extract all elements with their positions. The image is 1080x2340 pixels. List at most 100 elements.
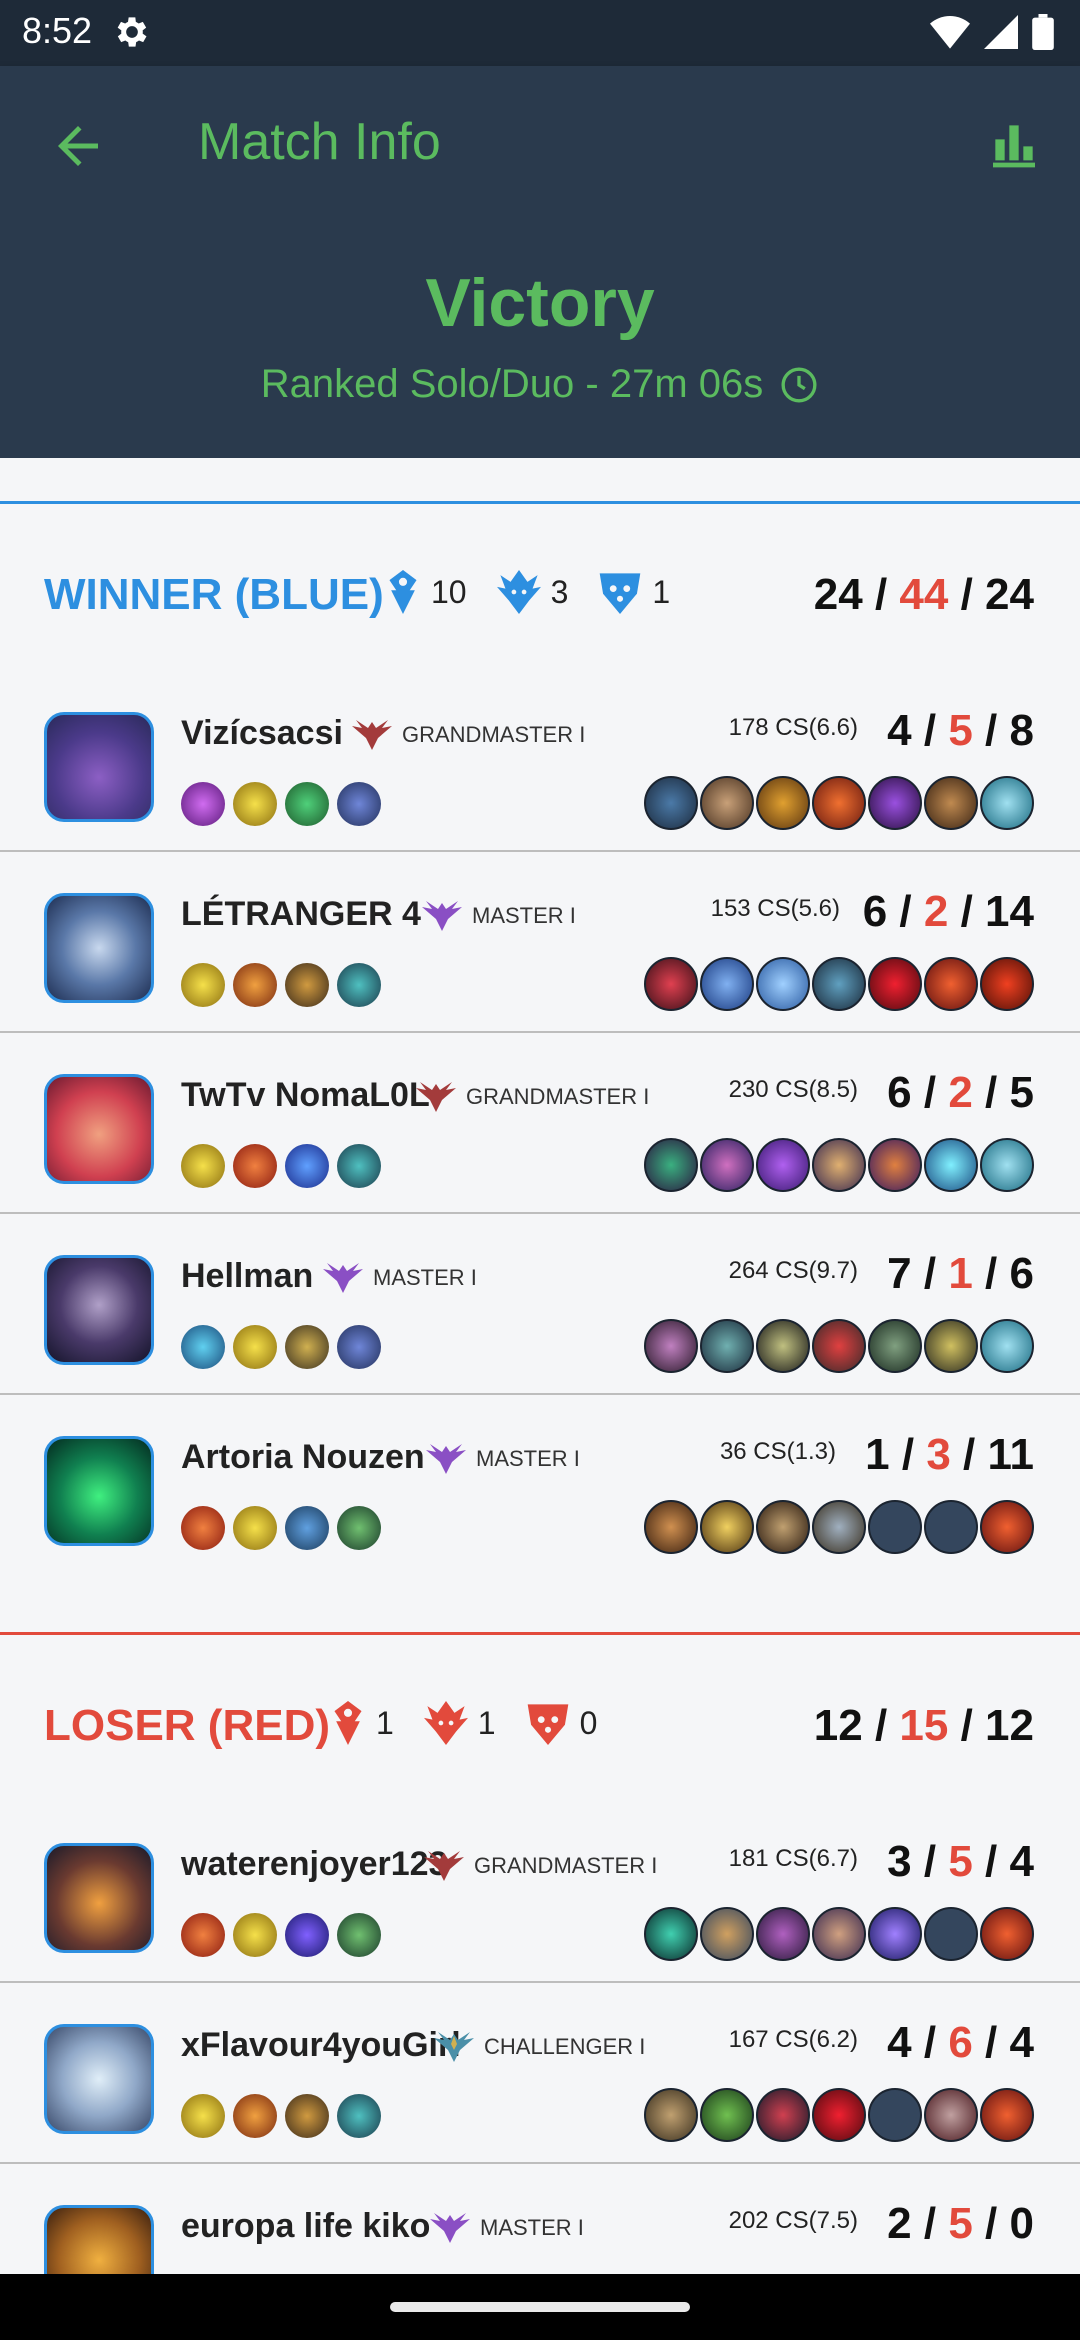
- tower-count: 10: [431, 573, 467, 610]
- item-icon[interactable]: [644, 1500, 698, 1554]
- item-icon[interactable]: [980, 2088, 1034, 2142]
- tower-icon: [389, 570, 417, 614]
- rank-label: MASTER I: [373, 1265, 477, 1290]
- item-icon[interactable]: [868, 1907, 922, 1961]
- item-icon[interactable]: [700, 1138, 754, 1192]
- rune-icon: [181, 1506, 225, 1550]
- champion-portrait: [44, 1843, 154, 1953]
- item-icon[interactable]: [812, 1319, 866, 1373]
- item-icon[interactable]: [868, 957, 922, 1011]
- kills: 4: [887, 706, 912, 755]
- trinket-icon[interactable]: [980, 776, 1034, 830]
- tower-icon: [334, 1701, 362, 1745]
- player-kda: 7 / 1 / 6: [887, 1249, 1034, 1298]
- dragon-icon: [423, 1701, 468, 1745]
- player-row[interactable]: LÉTRANGER 4 MASTER I 153 CS(5.6) 6 / 2 /…: [0, 853, 1080, 1033]
- creep-score: 36 CS(1.3): [719, 1438, 836, 1465]
- item-icon[interactable]: [756, 957, 810, 1011]
- player-row[interactable]: TwTv NomaL0L GRANDMASTER I 230 CS(8.5) 6…: [0, 1034, 1080, 1214]
- team-name: LOSER (RED): [44, 1701, 330, 1750]
- deaths: 5: [948, 1837, 973, 1886]
- team-deaths: 44: [899, 570, 949, 619]
- master-rank-icon: [323, 1263, 363, 1293]
- item-icon[interactable]: [868, 1319, 922, 1373]
- item-icon[interactable]: [812, 1907, 866, 1961]
- rune-icon: [233, 1325, 277, 1369]
- item-icon[interactable]: [924, 776, 978, 830]
- summoner-name: Hellman: [181, 1257, 314, 1295]
- runes: [181, 1913, 381, 1957]
- item-icon[interactable]: [756, 1138, 810, 1192]
- player-row[interactable]: Hellman MASTER I 264 CS(9.7) 7 / 1 / 6: [0, 1215, 1080, 1395]
- item-icon[interactable]: [980, 957, 1034, 1011]
- item-icon[interactable]: [756, 2088, 810, 2142]
- item-icon[interactable]: [980, 1907, 1034, 1961]
- team-assists: 12: [985, 1701, 1034, 1750]
- team-objectives: 1 1 0: [330, 1701, 627, 1745]
- rune-icon: [337, 1325, 381, 1369]
- item-icon[interactable]: [924, 1138, 978, 1192]
- item-icon[interactable]: [700, 1907, 754, 1961]
- trinket-icon[interactable]: [980, 1138, 1034, 1192]
- item-icon[interactable]: [812, 1500, 866, 1554]
- summoner-name: TwTv NomaL0L: [181, 1076, 430, 1114]
- empty-item-slot: [924, 1907, 978, 1961]
- creep-score: 230 CS(8.5): [728, 1076, 858, 1103]
- item-icon[interactable]: [700, 1500, 754, 1554]
- item-icon[interactable]: [700, 2088, 754, 2142]
- clock-icon: [781, 367, 817, 402]
- rune-icon: [337, 782, 381, 826]
- item-icon[interactable]: [700, 1319, 754, 1373]
- item-icon[interactable]: [700, 957, 754, 1011]
- item-icon[interactable]: [924, 1319, 978, 1373]
- item-icon[interactable]: [812, 1138, 866, 1192]
- wifi-icon: [930, 16, 970, 49]
- assists: 14: [985, 887, 1034, 936]
- item-icon[interactable]: [644, 1138, 698, 1192]
- item-icon[interactable]: [644, 1319, 698, 1373]
- item-icon[interactable]: [980, 1500, 1034, 1554]
- item-icon[interactable]: [868, 1138, 922, 1192]
- rune-icon: [181, 2094, 225, 2138]
- player-row[interactable]: Artoria Nouzen MASTER I 36 CS(1.3) 1 / 3…: [0, 1396, 1080, 1576]
- item-icon[interactable]: [644, 776, 698, 830]
- queue-duration-text: Ranked Solo/Duo - 27m 06s: [260, 362, 764, 406]
- creep-score: 264 CS(9.7): [728, 1257, 858, 1284]
- bar-chart-icon[interactable]: [986, 116, 1042, 172]
- champion-portrait: [44, 1255, 154, 1365]
- trinket-icon[interactable]: [980, 1319, 1034, 1373]
- grandmaster-rank-icon: [424, 1851, 464, 1881]
- player-row[interactable]: Vizícsacsi GRANDMASTER I 178 CS(6.6) 4 /…: [0, 672, 1080, 852]
- rune-icon: [285, 1913, 329, 1957]
- item-icon[interactable]: [756, 1319, 810, 1373]
- item-icon[interactable]: [756, 1500, 810, 1554]
- red-team-divider: [0, 1632, 1080, 1635]
- player-row[interactable]: waterenjoyer123 GRANDMASTER I 181 CS(6.7…: [0, 1803, 1080, 1983]
- item-icon[interactable]: [644, 957, 698, 1011]
- item-icon[interactable]: [700, 776, 754, 830]
- team-deaths: 15: [899, 1701, 949, 1750]
- grandmaster-rank-icon: [352, 720, 392, 750]
- player-kda: 2 / 5 / 0: [887, 2199, 1034, 2248]
- baron-icon: [527, 1704, 568, 1745]
- item-icon[interactable]: [644, 2088, 698, 2142]
- item-icon[interactable]: [812, 776, 866, 830]
- item-icon[interactable]: [924, 957, 978, 1011]
- creep-score: 181 CS(6.7): [728, 1845, 858, 1872]
- back-arrow-icon[interactable]: [48, 116, 108, 176]
- team-assists: 24: [985, 570, 1034, 619]
- item-icon[interactable]: [812, 957, 866, 1011]
- item-icon[interactable]: [812, 2088, 866, 2142]
- player-row[interactable]: xFlavour4youGirl CHALLENGER I 167 CS(6.2…: [0, 1984, 1080, 2164]
- summoner-name: Vizícsacsi: [181, 714, 343, 752]
- baron-count: 0: [579, 1704, 598, 1741]
- champion-portrait: [44, 893, 154, 1003]
- settings-gear-icon: [117, 17, 147, 47]
- item-icon[interactable]: [924, 2088, 978, 2142]
- item-icon[interactable]: [756, 776, 810, 830]
- item-icon[interactable]: [644, 1907, 698, 1961]
- item-icon[interactable]: [868, 776, 922, 830]
- summoner-name: europa life kiko: [181, 2207, 431, 2245]
- home-gesture-handle[interactable]: [390, 2302, 690, 2312]
- item-icon[interactable]: [756, 1907, 810, 1961]
